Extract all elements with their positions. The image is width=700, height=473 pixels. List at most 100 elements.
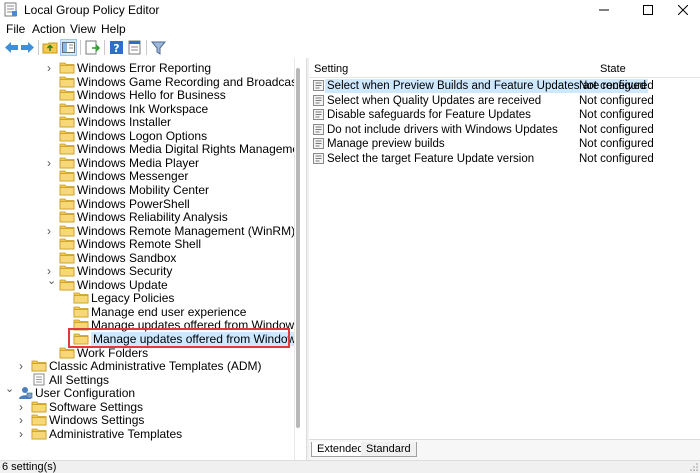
policy-setting-icon	[313, 94, 324, 106]
forward-icon	[21, 42, 34, 53]
tree-item[interactable]: › Software Settings	[0, 400, 294, 414]
setting-state: Not configured	[579, 138, 654, 150]
tree-item[interactable]: Windows Mobility Center	[0, 183, 294, 197]
status-text: 6 setting(s)	[2, 461, 57, 473]
close-button[interactable]	[666, 0, 700, 20]
tree-item[interactable]: › Windows Settings	[0, 413, 294, 427]
folder-icon	[59, 88, 75, 101]
tree-item-label: Windows Error Reporting	[77, 61, 212, 75]
filter-button[interactable]	[150, 39, 167, 56]
tree-item-label: User Configuration	[35, 386, 136, 401]
tree-item-label: Windows Installer	[77, 115, 172, 130]
expand-arrow-icon[interactable]: ›	[19, 428, 29, 440]
setting-row[interactable]: Select the target Feature Update version…	[310, 152, 700, 166]
expand-arrow-icon[interactable]: ›	[19, 401, 29, 413]
tree-item[interactable]: › Administrative Templates	[0, 427, 294, 441]
tree-item[interactable]: › Windows Error Reporting	[0, 61, 294, 75]
menu-action[interactable]: Action	[32, 22, 65, 36]
tree-item-label: Windows Game Recording and Broadcasting	[77, 74, 306, 89]
help-button[interactable]: ?	[108, 39, 125, 56]
tree-item[interactable]: ⌄ Windows Update	[0, 275, 294, 292]
all-settings-icon	[31, 373, 47, 386]
minimize-button[interactable]	[587, 0, 621, 20]
export-list-button[interactable]	[84, 39, 101, 56]
close-icon	[678, 5, 688, 15]
setting-row[interactable]: Manage preview builds Not configured	[310, 137, 700, 151]
tab-standard[interactable]: Standard	[361, 442, 417, 457]
tree-item[interactable]: Windows Media Digital Rights Management	[0, 142, 306, 156]
menu-file[interactable]: File	[6, 22, 25, 36]
tree-item[interactable]: Windows Remote Shell	[0, 237, 294, 251]
maximize-button[interactable]	[631, 0, 665, 20]
policy-setting-icon	[313, 109, 324, 120]
tree-item[interactable]: Windows Reliability Analysis	[0, 210, 294, 224]
forward-button[interactable]	[19, 39, 36, 56]
folder-icon	[31, 400, 47, 413]
status-bar: 6 setting(s)	[0, 460, 700, 473]
resize-grip-icon[interactable]	[689, 462, 699, 472]
setting-state: Not configured	[579, 80, 654, 92]
tree-item-label: Windows Ink Workspace	[77, 101, 209, 116]
folder-icon	[31, 427, 47, 440]
tree-item[interactable]: › Windows Media Player	[0, 156, 294, 170]
tree-item-label: Windows PowerShell	[77, 196, 190, 211]
help-icon: ?	[110, 41, 123, 55]
folder-icon	[59, 169, 75, 182]
tree-pane[interactable]: › Windows Error Reporting Windows Game Rec…	[0, 58, 306, 460]
tree-item[interactable]: Windows Sandbox	[0, 251, 294, 265]
tree-item[interactable]: Windows Game Recording and Broadcasting	[0, 75, 306, 89]
folder-icon	[59, 142, 75, 155]
tree-item[interactable]: Windows Installer	[0, 115, 294, 129]
expand-arrow-icon[interactable]: ›	[47, 225, 57, 237]
properties-button[interactable]	[126, 39, 143, 56]
setting-row[interactable]: Disable safeguards for Feature Updates No…	[310, 108, 700, 122]
tree-item[interactable]: Windows Messenger	[0, 169, 294, 183]
tree-item-label: Windows Remote Management (WinRM)	[77, 223, 296, 238]
expand-arrow-icon[interactable]: ›	[19, 360, 29, 372]
tree-item-label: Windows Logon Options	[77, 128, 208, 143]
setting-row[interactable]: Select when Preview Builds and Feature U…	[310, 79, 700, 93]
folder-icon	[59, 237, 75, 250]
tree-item[interactable]: › Classic Administrative Templates (ADM)	[0, 359, 294, 373]
expand-arrow-icon[interactable]: ›	[47, 157, 57, 169]
menu-view[interactable]: View	[70, 22, 96, 36]
setting-state: Not configured	[579, 152, 654, 165]
window-title: Local Group Policy Editor	[24, 3, 160, 17]
tree-item[interactable]: All Settings	[0, 373, 294, 387]
policy-setting-icon	[313, 80, 324, 91]
column-header-state[interactable]: State	[600, 63, 626, 75]
setting-row[interactable]: Do not include drivers with Windows Upda…	[310, 123, 700, 137]
tree-item-label: Administrative Templates	[49, 426, 183, 441]
expand-arrow-icon[interactable]: ›	[47, 62, 57, 74]
tree-item[interactable]: Windows Hello for Business	[0, 88, 294, 102]
tree-item[interactable]: Manage end user experience	[0, 305, 294, 319]
menu-help[interactable]: Help	[101, 22, 126, 36]
up-folder-button[interactable]	[42, 39, 59, 56]
expand-arrow-icon[interactable]: ›	[19, 414, 29, 426]
folder-icon	[59, 210, 75, 223]
setting-row[interactable]: Select when Quality Updates are received…	[310, 94, 700, 108]
column-header-setting[interactable]: Setting	[314, 63, 348, 75]
folder-icon	[31, 359, 47, 372]
tree-item[interactable]: Windows Ink Workspace	[0, 102, 294, 116]
folder-icon	[59, 264, 75, 277]
policy-editor-icon	[4, 2, 17, 17]
title-bar: Local Group Policy Editor	[0, 0, 700, 20]
tree-item[interactable]: Windows Logon Options	[0, 129, 294, 143]
tree-item[interactable]: › Windows Security	[0, 264, 294, 278]
setting-state: Not configured	[579, 123, 654, 136]
policy-setting-icon	[313, 138, 324, 149]
filter-icon	[150, 41, 167, 55]
tree-item[interactable]: › Windows Remote Management (WinRM)	[0, 223, 296, 238]
back-button[interactable]	[3, 39, 20, 56]
collapse-arrow-icon[interactable]: ⌄	[5, 383, 15, 395]
tree-item[interactable]: Windows PowerShell	[0, 197, 294, 211]
folder-icon	[31, 413, 47, 426]
show-hide-tree-button[interactable]	[60, 39, 77, 56]
tree-item-label: Legacy Policies	[91, 291, 175, 306]
folder-icon	[59, 102, 75, 115]
tree-item[interactable]: Legacy Policies	[0, 291, 294, 305]
tree-scrollbar-thumb[interactable]	[296, 68, 300, 428]
collapse-arrow-icon[interactable]: ⌄	[47, 275, 57, 287]
tree-item[interactable]: ⌄ User Configuration	[0, 383, 294, 401]
